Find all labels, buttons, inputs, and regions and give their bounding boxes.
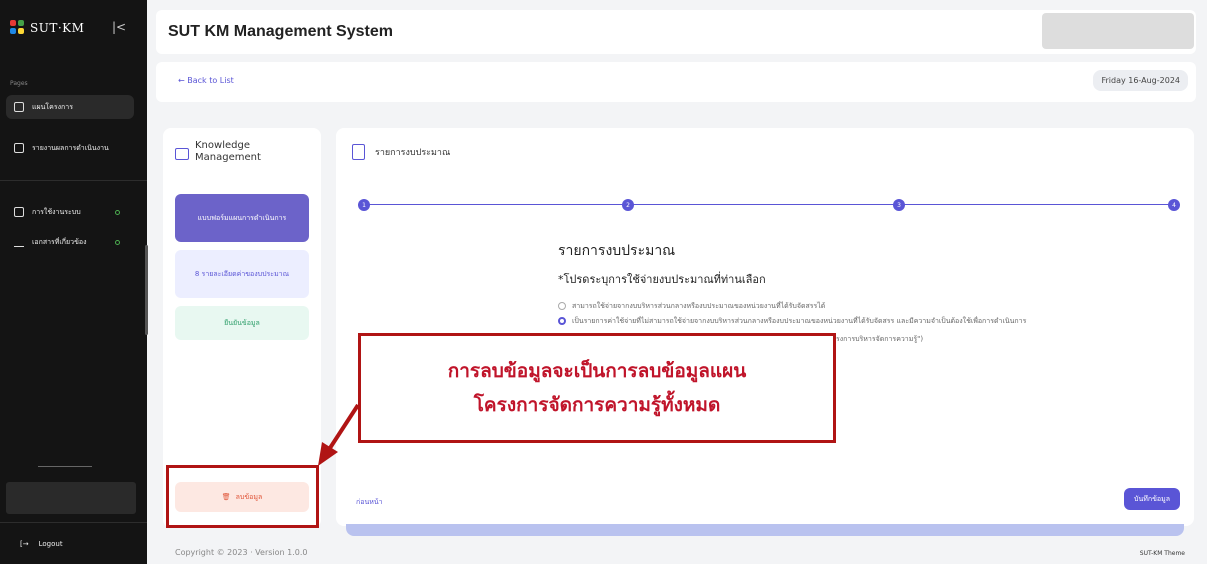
sidebar-item-label: เอกสารที่เกี่ยวข้อง xyxy=(32,237,87,246)
back-to-list-link[interactable]: ← Back to List xyxy=(178,76,234,85)
annotation-line: โครงการจัดการความรู้ทั้งหมด xyxy=(473,394,721,416)
step-confirm-button[interactable]: ยืนยันข้อมูล xyxy=(175,306,309,340)
clipboard-icon xyxy=(352,144,365,160)
panel-title-text: Knowledge Management xyxy=(195,140,261,163)
sidebar-section-label: Pages xyxy=(10,80,28,87)
sidebar-scrollbar[interactable] xyxy=(145,245,148,335)
stepper-node[interactable]: 3 xyxy=(893,199,905,211)
previous-link[interactable]: ก่อนหน้า xyxy=(356,497,383,508)
annotation-line: การลบข้อมูลจะเป็นการลบข้อมูลแผน xyxy=(447,360,747,382)
sub-header: ← Back to List Friday 16-Aug-2024 xyxy=(156,62,1196,102)
step-budget-detail-button[interactable]: 8 รายละเอียดค่าของบประมาณ xyxy=(175,250,309,298)
panel-title-text: รายการงบประมาณ xyxy=(375,148,451,158)
logout-label: Logout xyxy=(38,540,63,548)
sidebar-item-usage[interactable]: การใช้งานระบบ xyxy=(6,200,134,224)
grid-icon xyxy=(14,102,24,112)
panel-bottom-accent xyxy=(346,524,1184,536)
option-label: เป็นรายการค่าใช้จ่ายที่ไม่สามารถใช้จ่ายจ… xyxy=(572,317,1027,325)
logout-button[interactable]: [→ Logout xyxy=(20,540,63,548)
sidebar-item-label: แผนโครงการ xyxy=(32,102,73,111)
radio-selected-icon xyxy=(558,317,566,325)
panel-title: Knowledge Management xyxy=(175,140,295,164)
stepper-node[interactable]: 4 xyxy=(1168,199,1180,211)
stepper: 1 2 3 4 xyxy=(358,199,1180,211)
sidebar-item-report[interactable]: รายงานผลการดำเนินงาน xyxy=(6,136,134,160)
user-profile-area[interactable] xyxy=(1042,13,1194,49)
status-dot-icon xyxy=(115,239,120,245)
delete-highlight-frame xyxy=(166,465,319,528)
sidebar-item-project-plan[interactable]: แผนโครงการ xyxy=(6,95,134,119)
copyright: Copyright © 2023 · Version 1.0.0 xyxy=(175,548,308,557)
app-title: SUT KM Management System xyxy=(168,23,393,40)
book-icon xyxy=(175,148,189,160)
annotation-text: การลบข้อมูลจะเป็นการลบข้อมูลแผน โครงการจ… xyxy=(361,354,833,422)
stepper-node[interactable]: 1 xyxy=(358,199,370,211)
budget-option-radio[interactable]: สามารถใช้จ่ายจากงบบริหารส่วนกลางหรืองบปร… xyxy=(558,300,825,312)
step-plan-form-button[interactable]: แบบฟอร์มแผนการดำเนินการ xyxy=(175,194,309,242)
grid-icon xyxy=(14,207,24,217)
option-label: สามารถใช้จ่ายจากงบบริหารส่วนกลางหรืองบปร… xyxy=(572,302,826,310)
collapse-left-icon[interactable]: |< xyxy=(112,20,126,34)
status-dot-icon xyxy=(115,209,120,215)
sidebar-user-box xyxy=(6,482,136,514)
download-icon xyxy=(14,237,24,247)
logo-text: SUT·KM xyxy=(30,21,85,35)
form-instruction: *โปรดระบุการใช้จ่ายงบประมาณที่ท่านเลือก xyxy=(558,273,766,286)
sidebar-divider xyxy=(0,180,147,181)
form-heading: รายการงบประมาณ xyxy=(558,243,676,259)
sidebar-item-label: รายงานผลการดำเนินงาน xyxy=(32,143,109,152)
top-header: SUT KM Management System xyxy=(156,10,1196,54)
sidebar-item-documents[interactable]: เอกสารที่เกี่ยวข้อง xyxy=(6,230,134,254)
option-continuation: รงการบริหารจัดการความรู้") xyxy=(836,333,923,345)
budget-option-radio[interactable]: เป็นรายการค่าใช้จ่ายที่ไม่สามารถใช้จ่ายจ… xyxy=(558,315,1178,327)
step-label: 8 รายละเอียดค่าของบประมาณ xyxy=(194,269,290,278)
option-label: รงการบริหารจัดการความรู้") xyxy=(836,335,924,343)
annotation-callout: การลบข้อมูลจะเป็นการลบข้อมูลแผน โครงการจ… xyxy=(358,333,836,443)
radio-icon xyxy=(558,302,566,310)
sidebar-divider xyxy=(0,522,147,523)
stepper-node[interactable]: 2 xyxy=(622,199,634,211)
logo-icon xyxy=(10,20,26,36)
theme-label: SUT-KM Theme xyxy=(1139,550,1185,557)
sidebar: SUT·KM |< Pages แผนโครงการ รายงานผลการดำ… xyxy=(0,0,148,564)
step-label: แบบฟอร์มแผนการดำเนินการ xyxy=(197,213,287,222)
report-icon xyxy=(14,143,24,153)
budget-form-panel: รายการงบประมาณ 1 2 3 4 รายการงบประมาณ *โ… xyxy=(336,128,1194,526)
logo[interactable]: SUT·KM xyxy=(10,20,84,36)
stepper-line xyxy=(368,204,1172,205)
step-label: ยืนยันข้อมูล xyxy=(224,318,260,327)
sidebar-item-label: การใช้งานระบบ xyxy=(32,207,81,216)
sidebar-divider xyxy=(38,466,92,467)
date-badge: Friday 16-Aug-2024 xyxy=(1093,70,1188,91)
logout-icon: [→ xyxy=(20,540,29,548)
save-button[interactable]: บันทึกข้อมูล xyxy=(1124,488,1180,510)
panel-title: รายการงบประมาณ xyxy=(352,144,450,160)
